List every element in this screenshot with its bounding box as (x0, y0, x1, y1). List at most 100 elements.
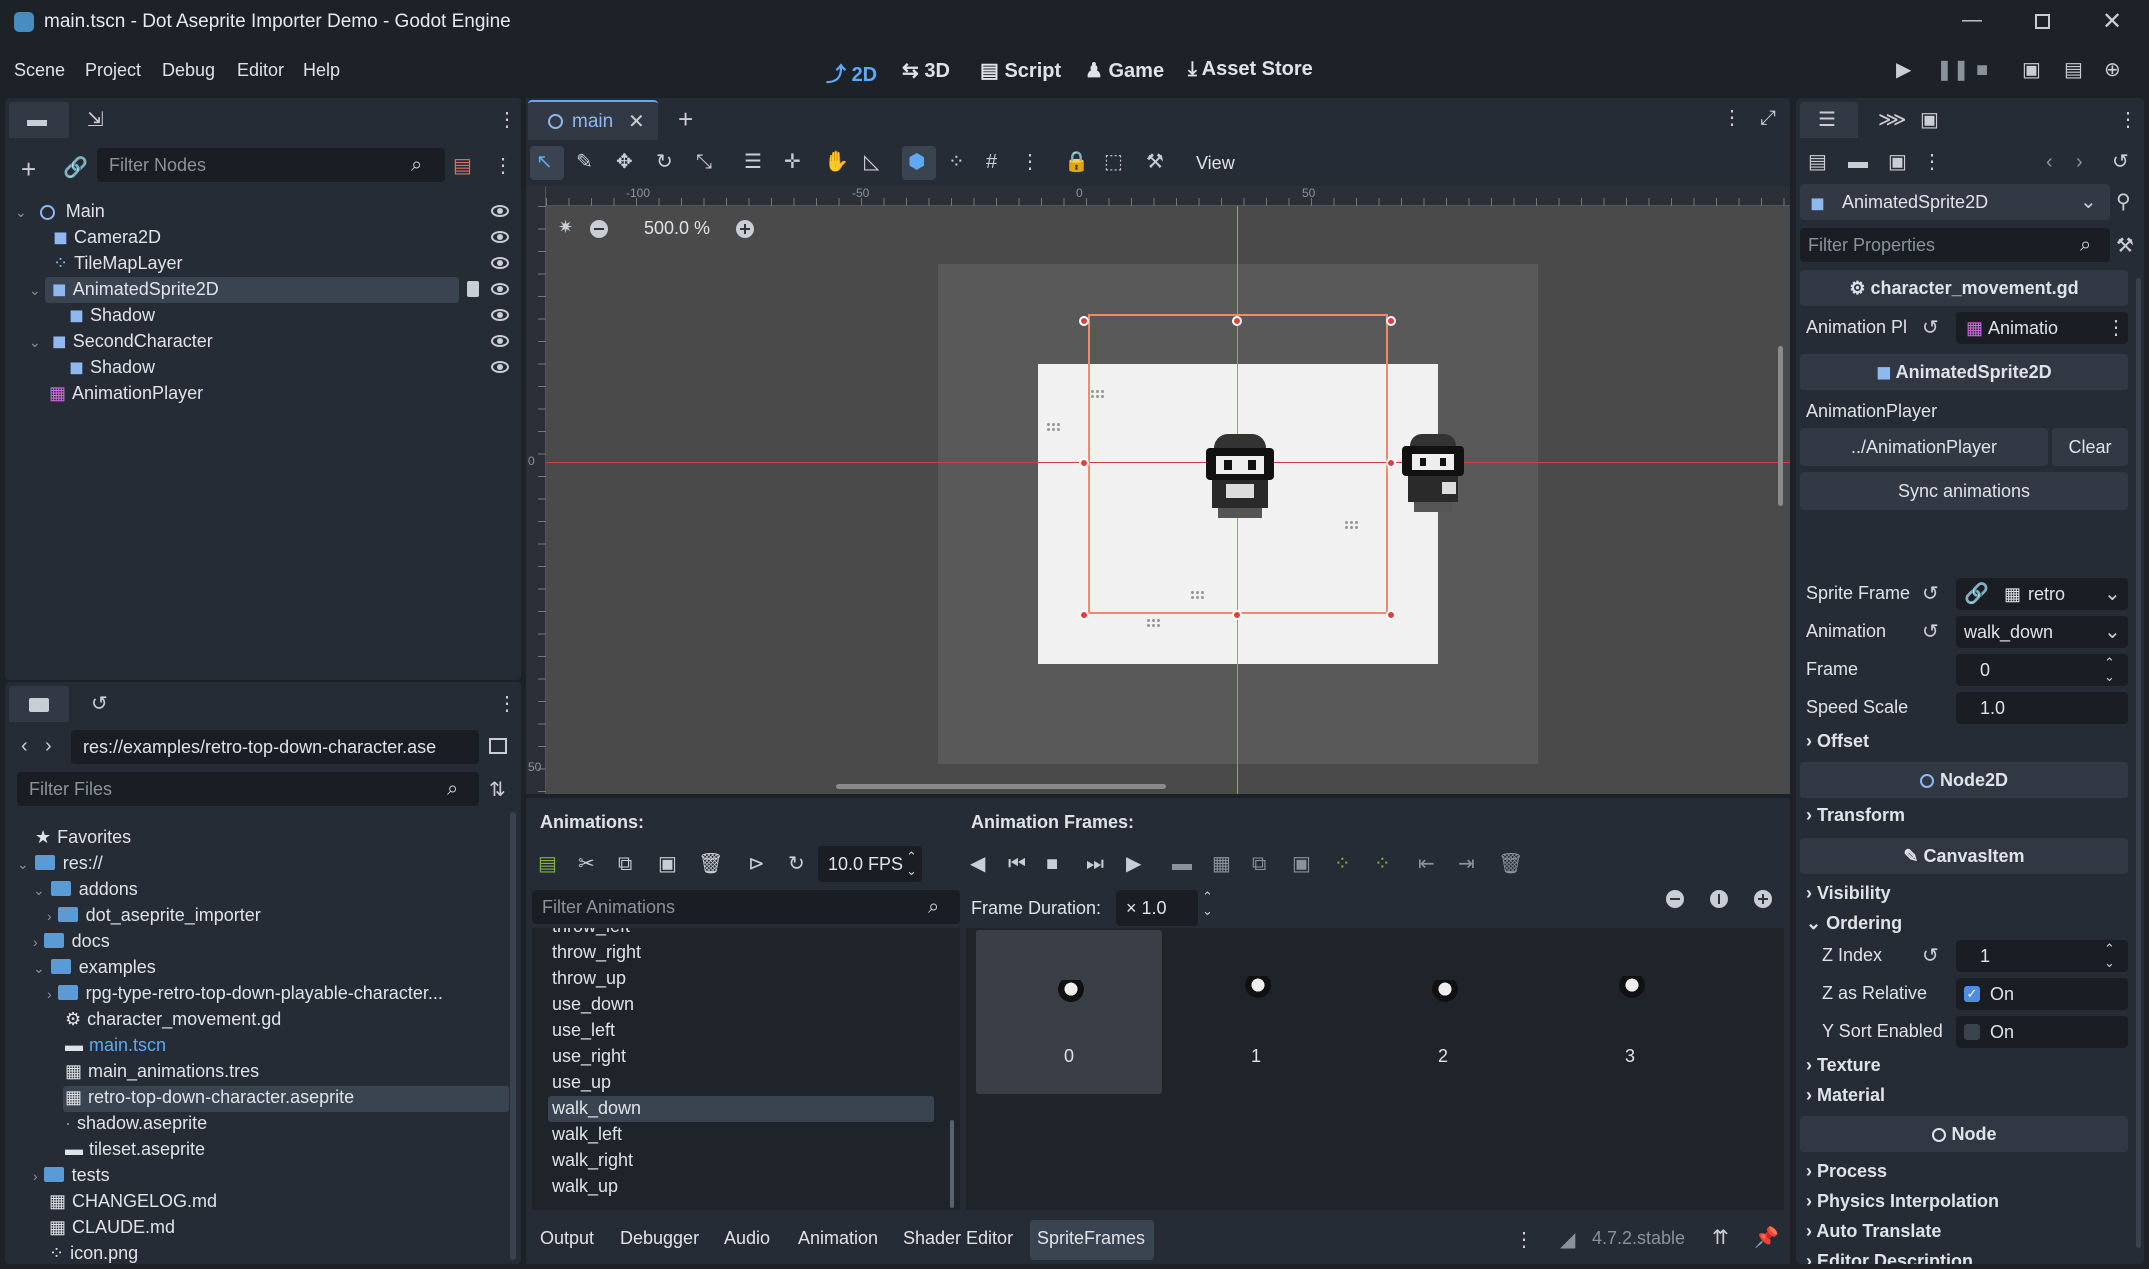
zoom-in-frames-button[interactable] (1754, 890, 1772, 908)
zoom-out-frames-button[interactable] (1666, 890, 1684, 908)
move-right-icon[interactable]: ⇥ (1458, 854, 1475, 874)
scene-tab-main[interactable]: main ✕ (528, 100, 658, 140)
tree-row-shadow-2[interactable]: ◼ Shadow (69, 354, 155, 380)
history-icon[interactable]: ↺ (91, 694, 108, 714)
animation-item[interactable]: walk_up (552, 1176, 618, 1197)
transform-handle[interactable] (1232, 316, 1242, 326)
menu-debug[interactable]: Debug (162, 60, 215, 81)
texture-group[interactable]: › Texture (1806, 1050, 1881, 1080)
zoom-out-button[interactable] (590, 220, 608, 238)
expand-panel-icon[interactable]: ⇈ (1712, 1228, 1729, 1248)
history-back-icon[interactable]: ‹ (2046, 152, 2053, 172)
dock-menu-icon[interactable]: ⋮ (497, 694, 517, 714)
sort-icon[interactable]: ⇅ (489, 780, 506, 800)
script-section[interactable]: ⚙ character_movement.gd (1800, 270, 2128, 306)
pan-tool-icon[interactable]: ✋ (824, 152, 849, 172)
play-custom-icon[interactable]: ▤ (2064, 60, 2083, 80)
play-from-start-icon[interactable]: ⏭ (1086, 854, 1104, 874)
paint-tool-icon[interactable]: ✎ (576, 152, 593, 172)
viewport-scrollbar-h[interactable] (836, 784, 1166, 789)
revert-icon[interactable]: ↺ (1922, 584, 1939, 604)
resource-menu-icon[interactable]: ⋮ (1922, 152, 1942, 172)
delete-icon[interactable]: 🗑 (698, 854, 723, 874)
animated-sprite-section[interactable]: ◼ AnimatedSprite2D (1800, 354, 2128, 390)
tree-row-animation-player[interactable]: ▦ AnimationPlayer (49, 380, 203, 406)
bone-icon[interactable]: ⚒ (1146, 152, 1164, 172)
workspace-script[interactable]: ▤ Script (980, 58, 1061, 83)
sync-animations-button[interactable]: Sync animations (1800, 472, 2128, 510)
zoom-in-button[interactable] (736, 220, 754, 238)
rotate-tool-icon[interactable]: ↻ (656, 152, 673, 172)
spinner-icon[interactable]: ⌃ ⌄ (1202, 890, 1213, 918)
process-group[interactable]: › Process (1806, 1156, 1887, 1186)
prev-frame-icon[interactable]: ⏮ (1008, 854, 1026, 874)
script-attached-icon[interactable] (467, 281, 479, 297)
tree-row-main[interactable]: ⌄ Main (15, 198, 515, 224)
transform-group[interactable]: › Transform (1806, 800, 1905, 830)
transform-handle[interactable] (1386, 458, 1396, 468)
animation-item[interactable]: throw_right (552, 942, 641, 963)
tab-audio[interactable]: Audio (724, 1228, 770, 1249)
open-resource-icon[interactable]: ▬ (1848, 152, 1868, 172)
animation-item[interactable]: use_up (552, 1072, 611, 1093)
play-icon[interactable]: ▶ (1896, 60, 1911, 80)
play-icon[interactable]: ▶ (1126, 854, 1141, 874)
smart-snap-icon[interactable]: ⁘ (948, 152, 965, 172)
autoplay-icon[interactable]: ⊳ (748, 854, 765, 874)
filesystem-scrollbar[interactable] (510, 812, 516, 1260)
add-tab-icon[interactable]: + (678, 106, 693, 132)
move-left-icon[interactable]: ⇤ (1418, 854, 1435, 874)
ordering-group[interactable]: ⌄ Ordering (1806, 908, 1902, 938)
distraction-free-icon[interactable]: ⤢ (1760, 108, 1776, 128)
animation-player-picker[interactable]: ▦ Animatio ⋮ (1956, 312, 2128, 344)
movie-icon[interactable]: ⊕ (2104, 60, 2121, 80)
first-frame-icon[interactable]: ◀ (970, 854, 985, 874)
file-row-res[interactable]: ⌄ res:// (17, 850, 103, 876)
visibility-eye-icon[interactable] (491, 335, 509, 347)
transform-handle[interactable] (1386, 610, 1396, 620)
animation-item[interactable]: use_right (552, 1046, 626, 1067)
history-tab-icon[interactable]: ▣ (1920, 110, 1939, 130)
transform-handle[interactable] (1079, 316, 1089, 326)
tree-row-shadow-1[interactable]: ◼ Shadow (69, 302, 155, 328)
snap-options-icon[interactable]: ⋮ (1020, 152, 1040, 172)
close-tab-icon[interactable]: ✕ (628, 112, 645, 132)
viewport-scrollbar-v[interactable] (1778, 346, 1783, 506)
transform-handle[interactable] (1079, 458, 1089, 468)
z-relative-checkbox[interactable]: ✓ On (1956, 978, 2128, 1010)
link-icon[interactable]: 🔗 (63, 158, 88, 178)
revert-icon[interactable]: ↺ (1922, 318, 1939, 338)
back-icon[interactable]: ‹ (21, 736, 28, 756)
list-tool-icon[interactable]: ☰ (744, 152, 762, 172)
minimize-icon[interactable]: — (1960, 10, 1984, 30)
paste-icon[interactable]: ▣ (658, 854, 677, 874)
close-icon[interactable]: ✕ (2100, 10, 2124, 34)
physics-group[interactable]: › Physics Interpolation (1806, 1186, 1999, 1216)
zoom-level[interactable]: 500.0 % (644, 218, 710, 239)
play-scene-icon[interactable]: ▣ (2022, 60, 2041, 80)
insert-after-icon[interactable]: ⁘ (1374, 854, 1391, 874)
menu-scene[interactable]: Scene (14, 60, 65, 81)
workspace-game[interactable]: ♟ Game (1085, 58, 1164, 83)
tree-row-tilemap[interactable]: ⁘ TileMapLayer (53, 250, 182, 276)
zoom-reset-frames-button[interactable] (1710, 890, 1728, 908)
animation-item[interactable]: throw_left (552, 928, 630, 937)
copy-frame-icon[interactable]: ⧉ (1252, 854, 1266, 874)
filter-files-input[interactable]: Filter Files ⌕ (17, 772, 479, 806)
split-view-icon[interactable] (489, 738, 507, 754)
paste-frame-icon[interactable]: ▣ (1292, 854, 1311, 874)
file-row-rpg-folder[interactable]: › rpg-type-retro-top-down-playable-charac… (47, 980, 443, 1006)
visibility-eye-icon[interactable] (491, 309, 509, 321)
load-frames-icon[interactable]: ▬ (1172, 854, 1192, 874)
file-row-addons[interactable]: ⌄ addons (33, 876, 138, 902)
center-view-icon[interactable]: ✷ (558, 218, 573, 236)
animation-item-selected[interactable]: walk_down (552, 1098, 641, 1119)
workspace-3d[interactable]: ⇆ 3D (902, 58, 950, 83)
file-row-character-movement[interactable]: ⚙ character_movement.gd (65, 1006, 281, 1032)
menu-editor[interactable]: Editor (237, 60, 284, 81)
file-row-favorites[interactable]: ★ Favorites (35, 824, 131, 850)
visibility-group[interactable]: › Visibility (1806, 878, 1891, 908)
file-row-icon-png[interactable]: ⁘ icon.png (49, 1240, 138, 1266)
material-group[interactable]: › Material (1806, 1080, 1885, 1110)
frame-cell[interactable] (1350, 930, 1536, 1094)
